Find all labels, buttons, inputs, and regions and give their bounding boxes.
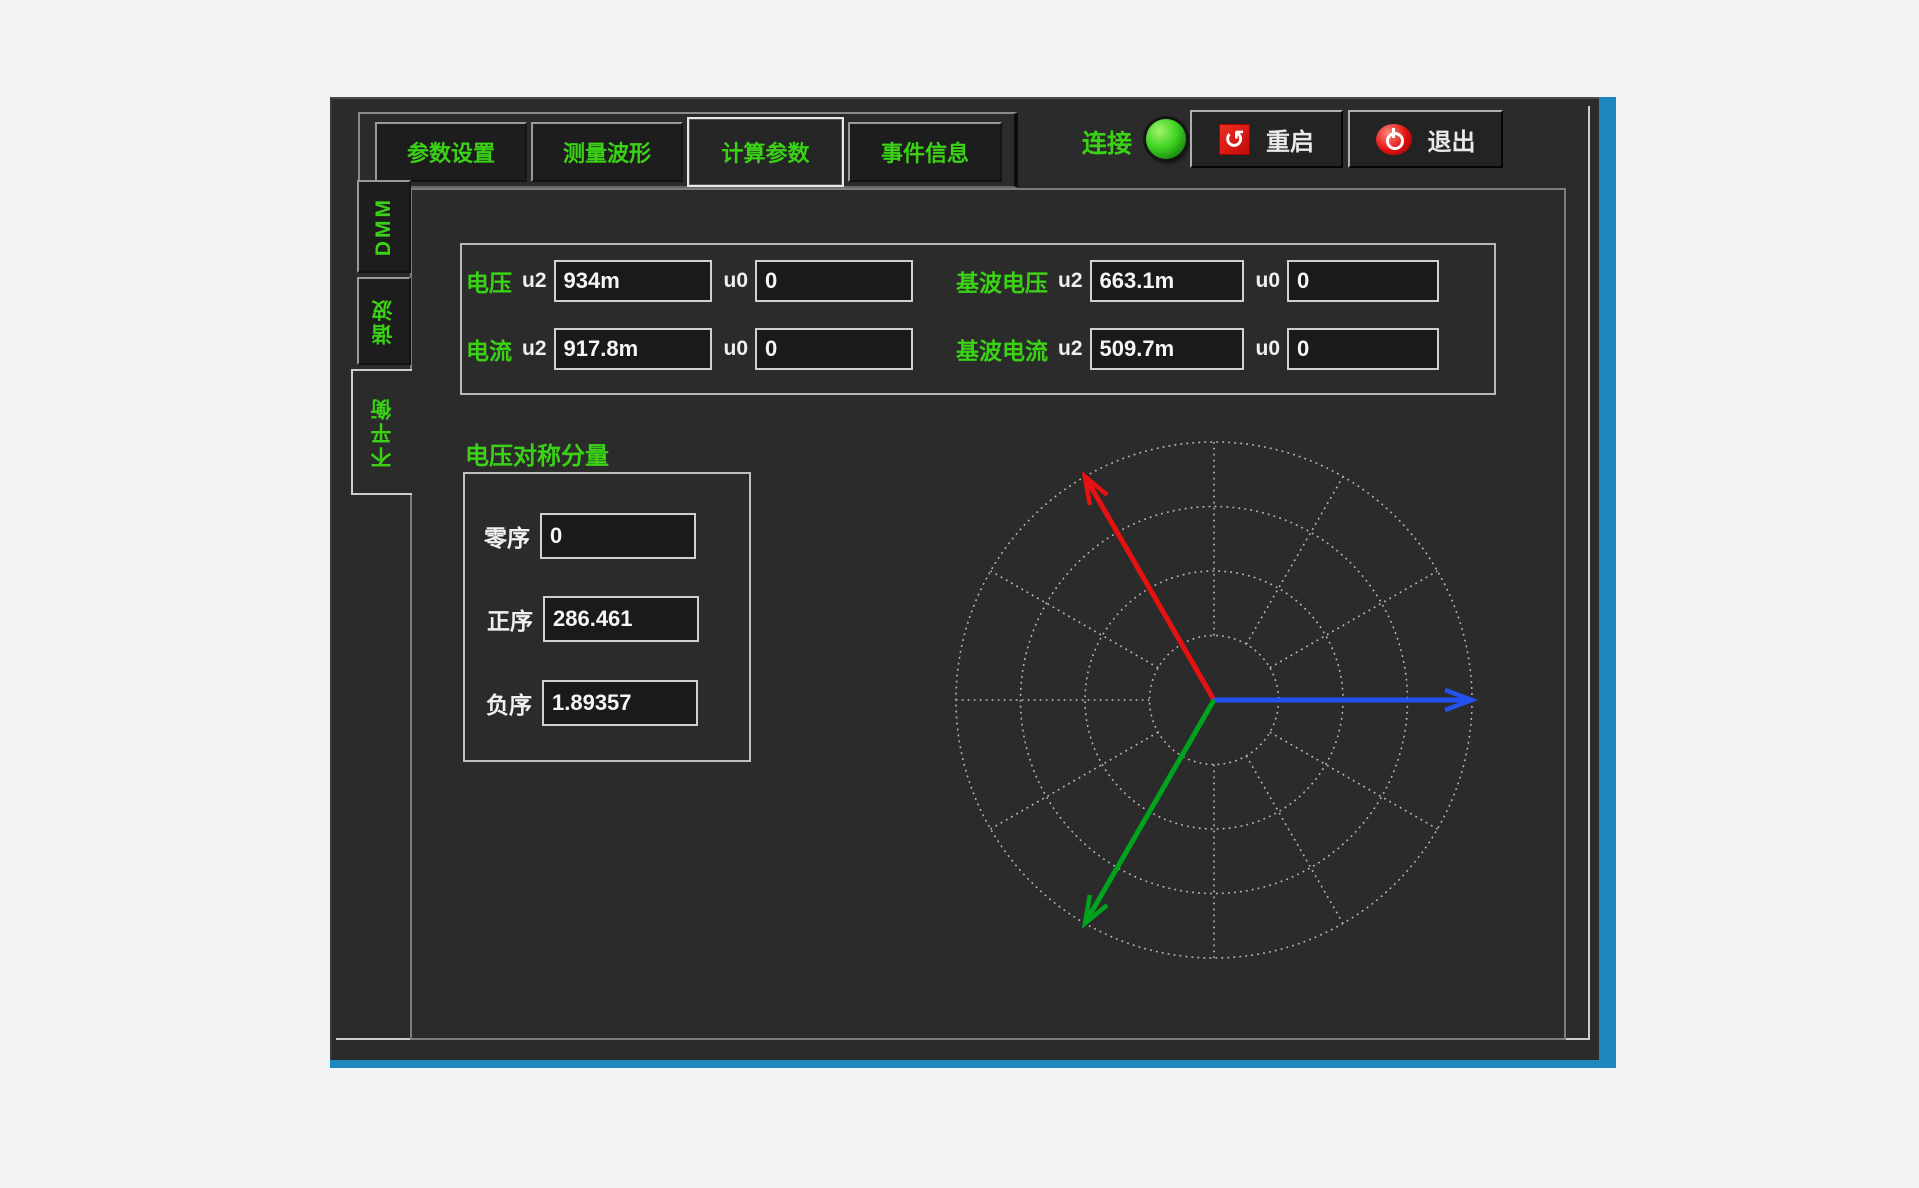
connection-led-icon <box>1146 119 1186 159</box>
positive-sequence-field[interactable]: 286.461 <box>543 596 699 642</box>
zero-sequence-label: 零序 <box>484 519 530 553</box>
restart-button[interactable]: ↺ 重启 <box>1190 110 1343 168</box>
u2-label: u2 <box>522 337 547 361</box>
side-tab-dmm[interactable]: DMM <box>357 180 411 273</box>
window-inner-edge-right <box>1588 106 1590 1038</box>
power-icon <box>1376 124 1412 155</box>
fundamental-voltage-u2-field[interactable]: 663.1m <box>1090 260 1244 302</box>
window-accent-border-right <box>1599 97 1616 1063</box>
exit-button-label: 退出 <box>1428 122 1476 157</box>
current-u2-field[interactable]: 917.8m <box>554 328 712 370</box>
u2-label: u2 <box>1058 337 1083 361</box>
side-tab-dmm-label: DMM <box>372 197 396 256</box>
fundamental-voltage-label: 基波电压 <box>956 264 1048 298</box>
u2-label: u2 <box>522 269 547 293</box>
side-tab-harmonics-label: 谐波 <box>369 297 399 345</box>
tab-calculated-parameters[interactable]: 计算参数 <box>687 117 844 187</box>
window-accent-border-bottom <box>330 1060 1616 1068</box>
exit-button[interactable]: 退出 <box>1348 110 1503 168</box>
u0-label: u0 <box>1256 269 1281 293</box>
phasor-green <box>1085 700 1214 923</box>
current-label: 电流 <box>466 332 512 366</box>
current-u0-field[interactable]: 0 <box>755 328 913 370</box>
tab-parameter-settings[interactable]: 参数设置 <box>375 122 527 182</box>
connection-label: 连接 <box>1082 124 1132 160</box>
fundamental-voltage-u0-field[interactable]: 0 <box>1287 260 1439 302</box>
restart-icon: ↺ <box>1219 124 1250 155</box>
symmetric-components-title: 电压对称分量 <box>465 436 609 471</box>
side-tab-unbalance[interactable]: 不平衡 <box>351 369 412 495</box>
tab-event-info[interactable]: 事件信息 <box>848 122 1002 182</box>
side-tab-harmonics[interactable]: 谐波 <box>357 277 411 365</box>
side-tab-unbalance-label: 不平衡 <box>368 396 398 468</box>
phasor-red <box>1085 477 1214 700</box>
voltage-u0-field[interactable]: 0 <box>755 260 913 302</box>
fundamental-current-u0-field[interactable]: 0 <box>1287 328 1439 370</box>
desktop-background: 参数设置 测量波形 计算参数 事件信息 连接 ↺ 重启 退出 DMM 谐波 不平… <box>0 0 1919 1188</box>
u0-label: u0 <box>724 269 749 293</box>
u0-label: u0 <box>724 337 749 361</box>
voltage-label: 电压 <box>466 264 512 298</box>
fundamental-current-u2-field[interactable]: 509.7m <box>1090 328 1244 370</box>
phasor-polar-chart <box>950 436 1478 964</box>
tab-measurement-waveform[interactable]: 测量波形 <box>531 122 683 182</box>
restart-button-label: 重启 <box>1266 122 1314 157</box>
fundamental-current-label: 基波电流 <box>956 332 1048 366</box>
zero-sequence-field[interactable]: 0 <box>540 513 696 559</box>
negative-sequence-field[interactable]: 1.89357 <box>542 680 698 726</box>
voltage-u2-field[interactable]: 934m <box>554 260 712 302</box>
u0-label: u0 <box>1256 337 1281 361</box>
u2-label: u2 <box>1058 269 1083 293</box>
negative-sequence-label: 负序 <box>486 686 532 720</box>
positive-sequence-label: 正序 <box>487 602 533 636</box>
